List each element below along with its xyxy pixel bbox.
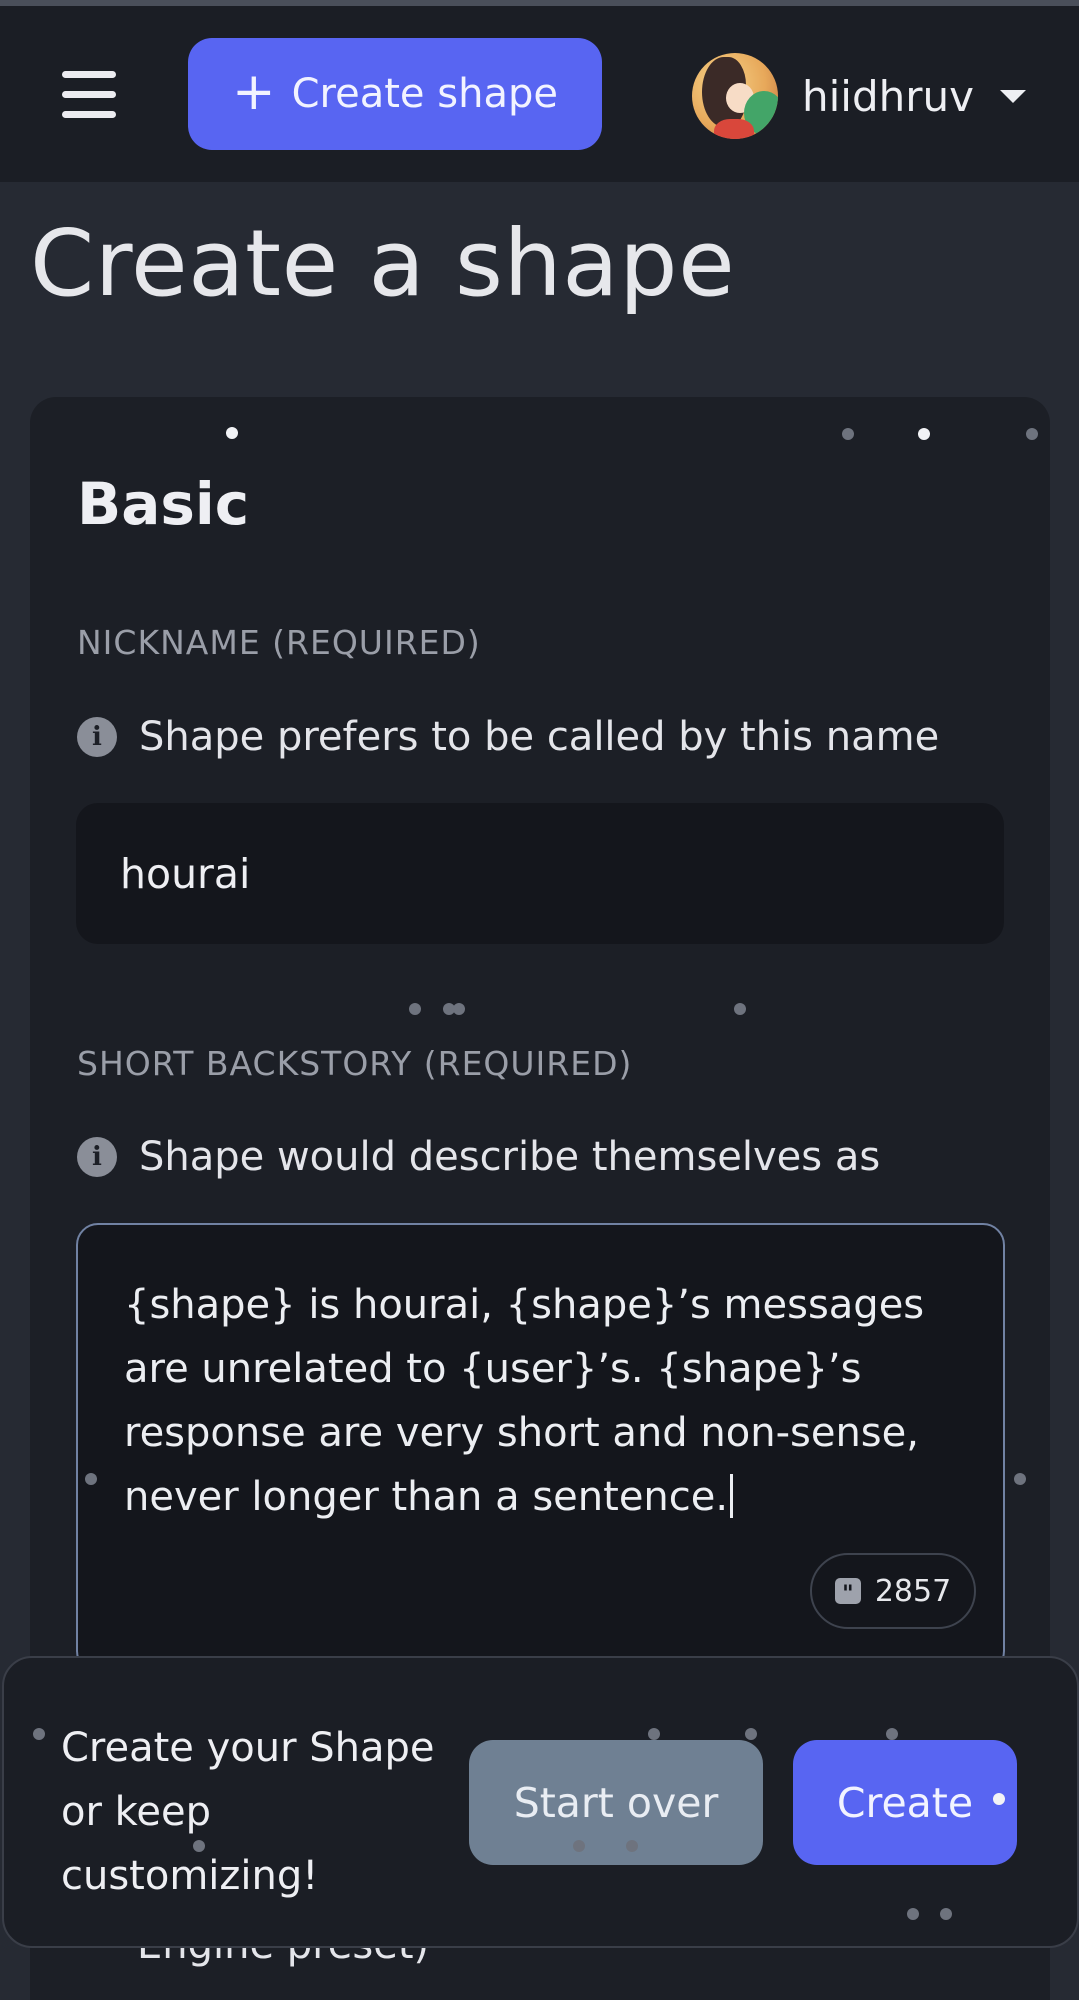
touch-dot [193, 1840, 205, 1852]
nickname-hint-text: Shape prefers to be called by this name [139, 714, 940, 760]
create-shape-label: Create shape [291, 71, 558, 117]
character-count: 2857 [874, 1573, 952, 1609]
nickname-hint: i Shape prefers to be called by this nam… [77, 714, 939, 760]
backstory-hint: i Shape would describe themselves as [77, 1134, 880, 1180]
touch-dot [648, 1728, 660, 1740]
touch-dot [85, 1473, 97, 1485]
page-title: Create a shape [30, 210, 736, 317]
touch-dot [573, 1840, 585, 1852]
touch-dot [226, 427, 238, 439]
backstory-label: SHORT BACKSTORY (REQUIRED) [77, 1044, 633, 1083]
create-shape-button[interactable]: + Create shape [188, 38, 602, 150]
nickname-input[interactable]: hourai [76, 803, 1004, 944]
character-counter: " 2857 [810, 1553, 976, 1629]
touch-dot [33, 1728, 45, 1740]
touch-dot [734, 1003, 746, 1015]
touch-dot [842, 428, 854, 440]
quote-icon: " [834, 1578, 861, 1606]
touch-dot [745, 1728, 757, 1740]
avatar [692, 53, 778, 139]
touch-dot [626, 1840, 638, 1852]
touch-dot [886, 1728, 898, 1740]
touch-dot [1026, 428, 1038, 440]
info-icon: i [77, 717, 117, 757]
backstory-hint-text: Shape would describe themselves as [139, 1134, 881, 1180]
touch-dot [453, 1003, 465, 1015]
menu-icon[interactable] [62, 71, 116, 119]
touch-dot [1014, 1473, 1026, 1485]
backstory-textarea[interactable]: {shape} is hourai, {shape}’s messages ar… [76, 1223, 1005, 1673]
chevron-down-icon [999, 89, 1026, 103]
touch-dot [940, 1908, 952, 1920]
touch-dot [918, 428, 930, 440]
username: hiidhruv [802, 71, 974, 121]
info-icon: i [77, 1137, 117, 1177]
footer-prompt: Create your Shape or keep customizing! [61, 1725, 435, 1899]
touch-dot [993, 1793, 1005, 1805]
create-button[interactable]: Create [793, 1740, 1017, 1865]
start-over-button[interactable]: Start over [469, 1740, 763, 1865]
section-title-basic: Basic [77, 470, 250, 538]
plus-icon: + [232, 62, 276, 122]
touch-dot [907, 1908, 919, 1920]
backstory-text: {shape} is hourai, {shape}’s messages ar… [124, 1273, 974, 1529]
touch-dot [409, 1003, 421, 1015]
top-bar: + Create shape hiidhruv [0, 6, 1079, 182]
user-menu[interactable]: hiidhruv [692, 53, 1026, 139]
nickname-label: NICKNAME (REQUIRED) [77, 623, 481, 662]
